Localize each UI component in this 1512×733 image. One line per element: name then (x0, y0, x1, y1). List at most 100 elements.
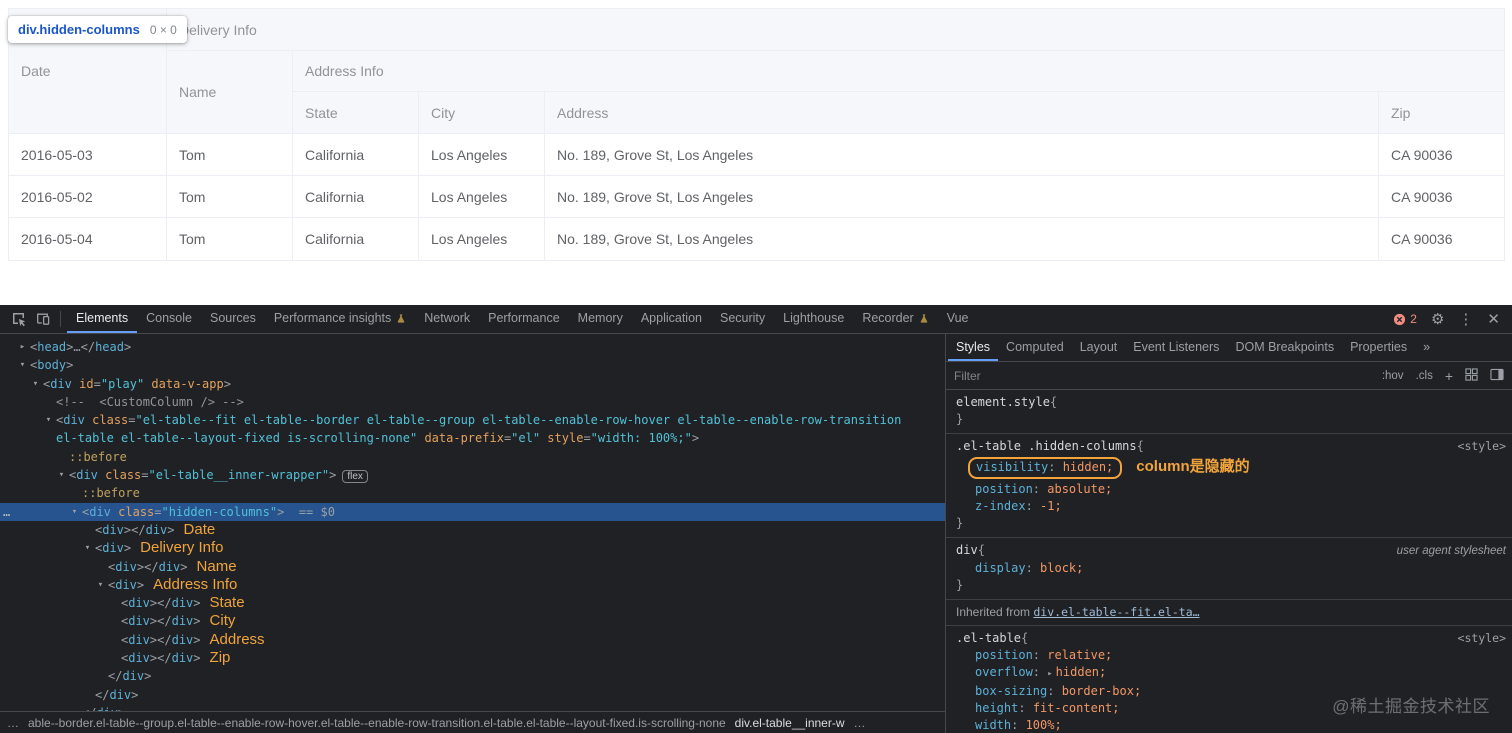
chevron-down-icon[interactable]: ▾ (95, 576, 106, 594)
devtools-tab-security[interactable]: Security (711, 305, 774, 333)
tab-dom-breakpoints[interactable]: DOM Breakpoints (1227, 334, 1342, 361)
stylesheet-link[interactable]: <style> (1450, 438, 1506, 455)
css-property[interactable]: position: relative; (956, 647, 1506, 664)
computed-sidebar-toggle-icon[interactable] (1490, 368, 1504, 384)
property-name: visibility (976, 460, 1049, 474)
devtools-tab-memory[interactable]: Memory (569, 305, 632, 333)
more-actions-indicator[interactable]: … (3, 503, 10, 521)
css-property[interactable]: width: 100%; (956, 717, 1506, 733)
webpage-viewport: Date Delivery Info Name Address Info Sta… (0, 0, 1512, 305)
node-hidden-columns[interactable]: … ▾ <div class="hidden-columns"> == $0 (0, 502, 945, 521)
devtools-tab-console[interactable]: Console (137, 305, 201, 333)
css-property[interactable]: display: block; (956, 560, 1506, 577)
new-style-rule-button[interactable]: + (1445, 368, 1453, 384)
devtools-tab-recorder[interactable]: Recorder (853, 305, 937, 333)
token-t: div (128, 632, 150, 647)
node-div-play[interactable]: ▾ <div id="play" data-v-app> (0, 375, 945, 393)
chevron-down-icon[interactable]: ▾ (30, 375, 41, 393)
device-toolbar-icon[interactable] (32, 308, 54, 330)
node-col-address[interactable]: <div></div> Address (0, 631, 945, 649)
more-tabs-icon[interactable]: » (1415, 334, 1438, 361)
tab-properties[interactable]: Properties (1342, 334, 1415, 361)
style-rule-selector[interactable]: .el-table (956, 630, 1021, 647)
node-el-table-wrap[interactable]: el-table el-table--layout-fixed is-scrol… (0, 429, 945, 447)
node-pseudo-before-2[interactable]: ::before (0, 484, 945, 502)
devtools-tab-application[interactable]: Application (632, 305, 711, 333)
console-error-badge[interactable]: 2 (1393, 312, 1417, 326)
node-close-address-info[interactable]: </div> (0, 667, 945, 685)
styles-filter-input[interactable]: Filter (954, 369, 981, 383)
node-el-table[interactable]: ▾ <div class="el-table--fit el-table--bor… (0, 411, 945, 429)
class-toggle-button[interactable]: .cls (1416, 370, 1433, 382)
node-col-name[interactable]: <div></div> Name (0, 558, 945, 576)
breadcrumb-item[interactable]: div.el-table__inner-w (735, 716, 845, 730)
style-rule-selector[interactable]: div (956, 542, 978, 559)
token-a: class (84, 413, 129, 428)
node-col-city[interactable]: <div></div> City (0, 612, 945, 630)
style-rule-header: .el-table {<style> (956, 630, 1506, 647)
style-rule-selector[interactable]: .el-table .hidden-columns (956, 438, 1137, 455)
token-p: ></ (123, 522, 146, 537)
styles-filter-bar: Filter :hov .cls + (946, 362, 1512, 390)
node-col-date[interactable]: <div></div> Date (0, 521, 945, 539)
more-options-icon[interactable]: ⋮ (1458, 312, 1473, 327)
node-col-zip[interactable]: <div></div> Zip (0, 649, 945, 667)
tab-computed[interactable]: Computed (998, 334, 1072, 361)
inspect-element-icon[interactable] (8, 308, 30, 330)
node-close-hidden-columns[interactable]: </div> (0, 704, 945, 711)
devtools-body: ▸ <head>…</head> ▾ <body> ▾ <div id="play" da… (0, 334, 1512, 733)
tab-styles[interactable]: Styles (948, 334, 999, 361)
node-body[interactable]: ▾ <body> (0, 356, 945, 374)
tab-label: Security (719, 311, 766, 325)
chevron-down-icon[interactable]: ▾ (43, 411, 54, 429)
css-property[interactable]: z-index: -1; (956, 498, 1506, 515)
devtools-tab-vue[interactable]: Vue (938, 305, 978, 333)
devtools-tab-elements[interactable]: Elements (67, 305, 138, 333)
breadcrumb-overflow[interactable]: … (7, 716, 19, 730)
css-property[interactable]: position: absolute; (956, 481, 1506, 498)
devtools-tab-performance-insights[interactable]: Performance insights (265, 305, 415, 333)
token-p: > (123, 340, 132, 354)
tab-layout[interactable]: Layout (1072, 334, 1126, 361)
tab-label: Lighthouse (783, 311, 845, 325)
node-pseudo-before-1[interactable]: ::before (0, 448, 945, 466)
pseudo-state-button[interactable]: :hov (1382, 370, 1404, 382)
breadcrumb-item[interactable]: able--border.el-table--group.el-table--e… (28, 716, 726, 730)
devtools-tab-lighthouse[interactable]: Lighthouse (774, 305, 853, 333)
node-col-address-info[interactable]: ▾ <div> Address Info (0, 576, 945, 594)
tab-event-listeners[interactable]: Event Listeners (1125, 334, 1227, 361)
devtools-tab-performance[interactable]: Performance (479, 305, 569, 333)
node-inner-wrapper[interactable]: ▾ <div class="el-table__inner-wrapper"> fl… (0, 466, 945, 484)
grid-editor-icon[interactable] (1465, 367, 1478, 384)
property-value: block; (1040, 561, 1084, 575)
node-head[interactable]: ▸ <head>…</head> (0, 338, 945, 356)
css-property[interactable]: overflow: ▸ hidden; (956, 664, 1506, 683)
token-p: > (223, 376, 231, 391)
table-row: 2016-05-03 Tom California Los Angeles No. 18… (9, 134, 1504, 176)
node-close-delivery[interactable]: </div> (0, 686, 945, 704)
inherited-from-link[interactable]: div.el-table--fit.el-ta… (1033, 605, 1199, 619)
tab-label: Memory (577, 311, 623, 325)
settings-icon[interactable]: ⚙ (1431, 312, 1444, 327)
breadcrumb-overflow[interactable]: … (854, 716, 866, 730)
shorthand-expand-icon[interactable]: ▸ (1047, 669, 1052, 679)
token-t: div (102, 522, 124, 537)
token-c: <!-- <CustomColumn /> --> (56, 394, 244, 409)
chevron-down-icon[interactable]: ▾ (82, 539, 93, 557)
node-col-delivery[interactable]: ▾ <div> Delivery Info (0, 539, 945, 557)
node-col-state[interactable]: <div></div> State (0, 594, 945, 612)
styles-sidebar-tabs: Styles Computed Layout Event Listeners DOM B… (946, 334, 1512, 362)
stylesheet-link[interactable]: <style> (1450, 630, 1506, 647)
chevron-down-icon[interactable]: ▾ (56, 466, 67, 484)
tab-label: Computed (1006, 339, 1064, 354)
devtools-tab-network[interactable]: Network (415, 305, 479, 333)
token-p: > (329, 468, 337, 483)
close-devtools-icon[interactable]: ✕ (1487, 312, 1500, 327)
chevron-right-icon[interactable]: ▸ (17, 338, 28, 356)
style-rule-selector[interactable]: element.style (956, 394, 1050, 411)
devtools-tab-sources[interactable]: Sources (201, 305, 265, 333)
node-comment[interactable]: <!-- <CustomColumn /> --> (0, 393, 945, 411)
chevron-down-icon[interactable]: ▾ (69, 503, 80, 521)
chevron-down-icon[interactable]: ▾ (17, 356, 28, 374)
css-property[interactable]: visibility: hidden; column是隐藏的 (956, 455, 1506, 481)
